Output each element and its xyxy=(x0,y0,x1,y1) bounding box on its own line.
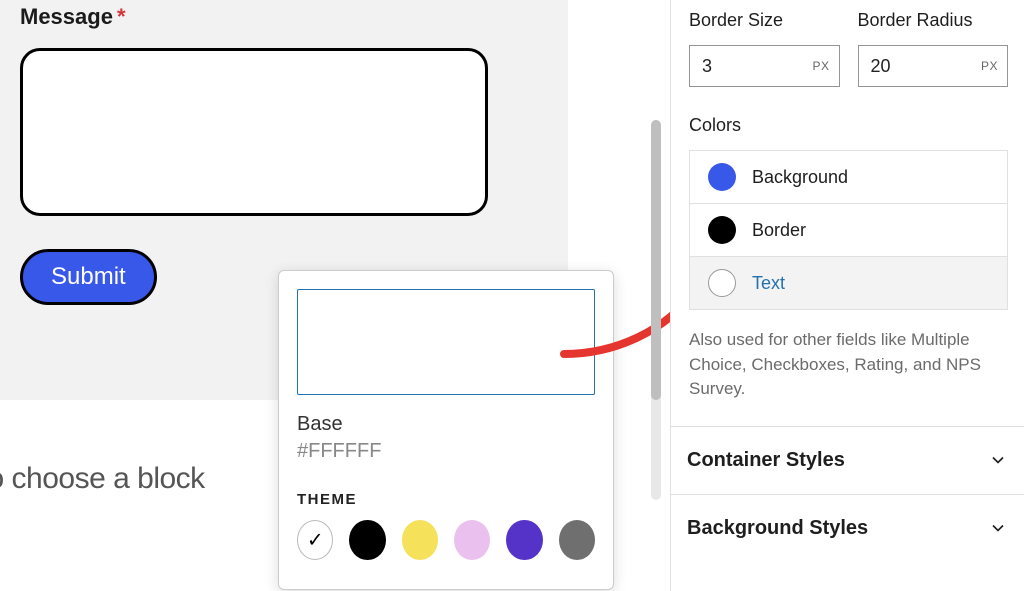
border-size-label: Border Size xyxy=(689,10,840,31)
chevron-down-icon xyxy=(988,518,1008,538)
color-row-background-label: Background xyxy=(752,167,848,188)
colors-list: Background Border Text xyxy=(689,150,1008,310)
chevron-down-icon xyxy=(988,450,1008,470)
color-row-text[interactable]: Text xyxy=(690,257,1007,309)
colors-heading: Colors xyxy=(689,115,1008,136)
px-suffix: PX xyxy=(981,59,998,73)
color-row-background[interactable]: Background xyxy=(690,151,1007,204)
background-styles-label: Background Styles xyxy=(687,517,868,540)
theme-swatch-white[interactable]: ✓ xyxy=(297,520,333,560)
block-chooser-hint: e / to choose a block xyxy=(0,462,205,496)
required-marker: * xyxy=(117,4,126,29)
theme-swatch-purple[interactable] xyxy=(506,520,542,560)
color-row-border-label: Border xyxy=(752,220,806,241)
settings-sidebar: Border Size PX Border Radius PX Colors xyxy=(670,0,1024,591)
color-row-text-label: Text xyxy=(752,273,785,294)
submit-button[interactable]: Submit xyxy=(20,249,157,305)
background-swatch-icon xyxy=(708,163,736,191)
message-label-text: Message xyxy=(20,4,113,29)
border-swatch-icon xyxy=(708,216,736,244)
message-field-label: Message* xyxy=(20,4,580,30)
color-usage-note: Also used for other fields like Multiple… xyxy=(689,328,1008,402)
check-icon: ✓ xyxy=(307,528,324,553)
color-hex-value: #FFFFFF xyxy=(297,440,595,463)
theme-swatch-yellow[interactable] xyxy=(402,520,438,560)
theme-swatch-lavender[interactable] xyxy=(454,520,490,560)
theme-swatch-grey[interactable] xyxy=(559,520,595,560)
scrollbar-thumb[interactable] xyxy=(651,120,661,400)
color-picker-popover: Base #FFFFFF THEME ✓ xyxy=(278,270,614,590)
submit-button-label: Submit xyxy=(51,263,126,291)
color-name-label: Base xyxy=(297,413,595,436)
color-preview-area[interactable] xyxy=(297,289,595,395)
text-swatch-icon xyxy=(708,269,736,297)
color-row-border[interactable]: Border xyxy=(690,204,1007,257)
border-radius-label: Border Radius xyxy=(858,10,1009,31)
background-styles-section[interactable]: Background Styles xyxy=(671,494,1024,562)
message-textarea[interactable] xyxy=(20,48,488,216)
theme-swatch-row: ✓ xyxy=(297,520,595,560)
container-styles-label: Container Styles xyxy=(687,449,845,472)
theme-swatch-black[interactable] xyxy=(349,520,385,560)
container-styles-section[interactable]: Container Styles xyxy=(671,426,1024,494)
theme-heading: THEME xyxy=(297,491,595,508)
scrollbar-track[interactable] xyxy=(651,120,661,500)
px-suffix: PX xyxy=(812,59,829,73)
